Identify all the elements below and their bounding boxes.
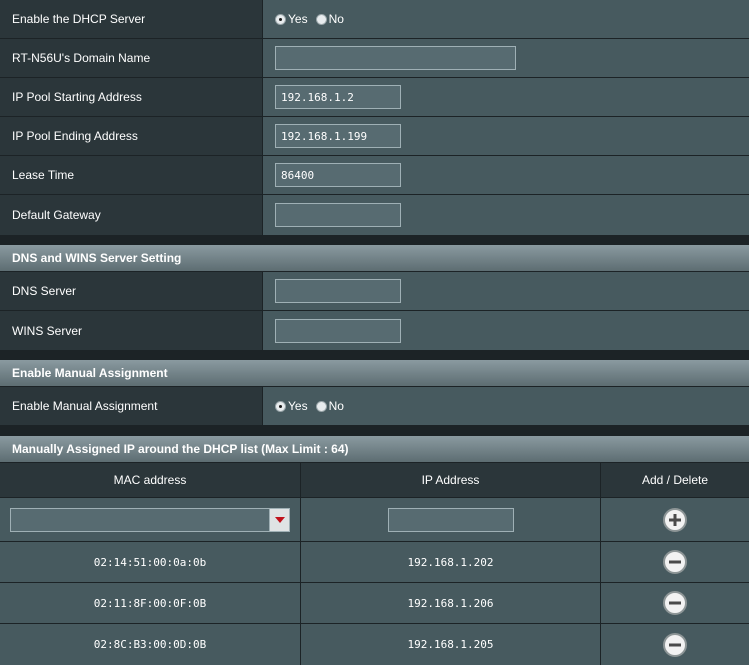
row-mac-address: 02:8C:B3:00:0D:0B (0, 624, 301, 665)
domain-name-label: RT-N56U's Domain Name (0, 39, 263, 77)
domain-name-input[interactable] (275, 46, 516, 70)
minus-circle-icon (669, 643, 681, 646)
enable-dhcp-row: Enable the DHCP Server Yes No (0, 0, 749, 38)
wins-server-row: WINS Server (0, 311, 749, 350)
table-row: 02:8C:B3:00:0D:0B 192.168.1.205 (0, 624, 749, 665)
minus-circle-icon (669, 560, 681, 564)
wins-server-input[interactable] (275, 318, 401, 343)
manual-assignment-section-header: Enable Manual Assignment (0, 360, 749, 386)
enable-dhcp-radio-group: Yes No (275, 12, 350, 26)
table-row: 02:11:8F:00:0F:0B 192.168.1.206 (0, 583, 749, 623)
mac-address-select-value (11, 509, 21, 531)
delete-entry-button[interactable] (663, 550, 687, 574)
yes-label: Yes (288, 399, 308, 413)
manual-assignment-label: Enable Manual Assignment (0, 387, 263, 425)
default-gateway-input[interactable] (275, 203, 401, 227)
enable-dhcp-no-radio[interactable] (315, 13, 327, 25)
minus-circle-icon (669, 601, 681, 605)
mac-address-select[interactable] (10, 507, 290, 532)
row-mac-address: 02:11:8F:00:0F:0B (0, 583, 301, 623)
dns-server-label: DNS Server (0, 272, 263, 310)
mac-address-column-header: MAC address (0, 463, 301, 497)
manual-assignment-row: Enable Manual Assignment Yes No (0, 387, 749, 425)
no-label: No (328, 12, 344, 26)
delete-entry-button[interactable] (663, 591, 687, 615)
no-label: No (328, 399, 344, 413)
ip-address-column-header: IP Address (301, 463, 601, 497)
pool-end-input[interactable]: 192.168.1.199 (275, 124, 401, 148)
default-gateway-row: Default Gateway (0, 195, 749, 235)
lease-time-input[interactable]: 86400 (275, 163, 401, 187)
plus-circle-icon (669, 513, 681, 526)
dhcp-list-header-row: MAC address IP Address Add / Delete (0, 463, 749, 497)
row-ip-address: 192.168.1.205 (301, 624, 601, 665)
add-entry-button[interactable] (663, 507, 687, 532)
dhcp-list-section-header: Manually Assigned IP around the DHCP lis… (0, 436, 749, 462)
dns-server-input[interactable] (275, 279, 401, 303)
pool-start-input[interactable]: 192.168.1.2 (275, 85, 401, 109)
delete-entry-button[interactable] (663, 632, 687, 657)
pool-start-label: IP Pool Starting Address (0, 78, 263, 116)
domain-name-row: RT-N56U's Domain Name (0, 39, 749, 77)
pool-start-row: IP Pool Starting Address 192.168.1.2 (0, 78, 749, 116)
default-gateway-label: Default Gateway (0, 195, 263, 235)
lease-time-label: Lease Time (0, 156, 263, 194)
table-row: 02:14:51:00:0a:0b 192.168.1.202 (0, 542, 749, 582)
manual-assignment-yes-radio[interactable] (275, 400, 286, 412)
add-delete-column-header: Add / Delete (641, 473, 709, 487)
manual-assignment-radio-group: Yes No (275, 399, 350, 413)
row-ip-address: 192.168.1.202 (301, 542, 601, 582)
pool-end-row: IP Pool Ending Address 192.168.1.199 (0, 117, 749, 155)
manual-assignment-no-radio[interactable] (315, 400, 327, 412)
yes-label: Yes (288, 12, 308, 26)
enable-dhcp-label: Enable the DHCP Server (0, 0, 263, 38)
triangle-down-icon[interactable] (269, 508, 289, 531)
lease-time-row: Lease Time 86400 (0, 156, 749, 194)
enable-dhcp-yes-radio[interactable] (275, 13, 286, 25)
pool-end-label: IP Pool Ending Address (0, 117, 263, 155)
row-mac-address: 02:14:51:00:0a:0b (0, 542, 301, 582)
row-ip-address: 192.168.1.206 (301, 583, 601, 623)
dhcp-settings-page: Enable the DHCP Server Yes No RT-N56U's … (0, 0, 749, 665)
new-entry-row (0, 498, 749, 541)
new-ip-input[interactable] (387, 507, 514, 532)
dns-server-row: DNS Server (0, 272, 749, 310)
wins-server-label: WINS Server (0, 311, 263, 350)
dns-wins-section-header: DNS and WINS Server Setting (0, 245, 749, 271)
